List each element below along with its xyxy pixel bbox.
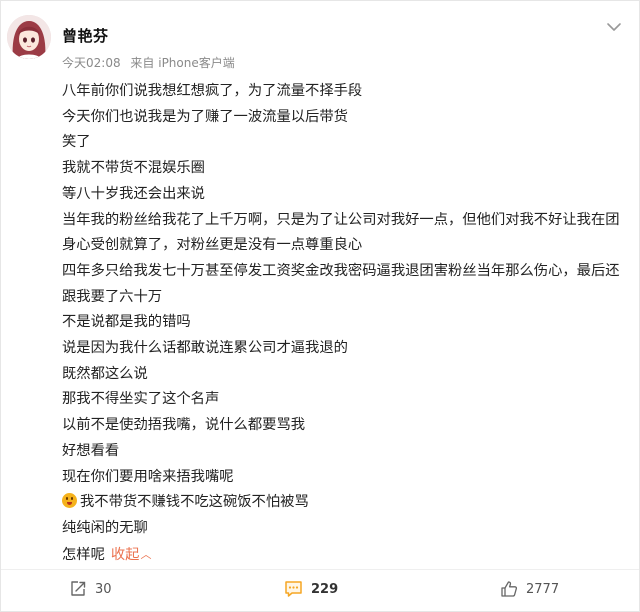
content-line: 纯纯闲的无聊 — [62, 519, 148, 536]
content-line: 八年前你们说我想红想疯了，为了流量不择手段 — [62, 83, 363, 99]
content-line: 现在你们要用啥来捂我嘴呢 — [62, 468, 234, 485]
content-line-with-emoji: 我不带货不赚钱不吃这碗饭不怕被骂 — [62, 490, 625, 516]
content-line: 好想看看 — [62, 442, 120, 459]
content-line: 不是说都是我的错吗 — [62, 314, 191, 331]
like-count: 2777 — [526, 581, 560, 597]
content-line-last: 怎样呢 收起︿ — [62, 542, 625, 569]
share-button[interactable]: 30 — [69, 579, 112, 599]
content-line: 我就不带货不混娱乐圈 — [62, 160, 205, 177]
post-meta: 今天02:08 来自 iPhone客户端 — [62, 54, 235, 71]
content-line: 那我不得坐实了这个名声 — [62, 391, 220, 408]
content-line: 以前不是使劲捂我嘴，说什么都要骂我 — [62, 417, 306, 434]
collapse-label: 收起 — [110, 546, 140, 563]
comment-button[interactable]: 229 — [284, 579, 338, 599]
author-name[interactable]: 曾艳芬 — [62, 25, 109, 46]
content-line-text: 怎样呢 — [62, 546, 105, 563]
avatar-illustration — [7, 15, 51, 59]
grinning-face-emoji-icon — [62, 493, 77, 509]
avatar[interactable] — [7, 15, 51, 59]
post-time[interactable]: 今天02:08 — [62, 56, 121, 70]
content-line: 笑了 — [62, 134, 91, 151]
post-source: 来自 iPhone客户端 — [130, 56, 235, 70]
content-line: 等八十岁我还会出来说 — [62, 185, 205, 202]
content-line: 说是因为我什么话都敢说连累公司才逼我退的 — [62, 340, 348, 357]
comment-icon — [285, 581, 302, 597]
content-line: 今天你们也说我是为了赚了一波流量以后带货 — [62, 108, 348, 125]
content-line: 当年我的粉丝给我花了上千万啊，只是为了让公司对我好一点，但他们对我不好让我在团身… — [62, 211, 620, 254]
collapse-link[interactable]: 收起︿ — [111, 547, 152, 563]
comment-count: 229 — [311, 581, 339, 597]
share-icon — [71, 581, 86, 596]
like-button[interactable]: 2777 — [500, 579, 559, 599]
thumbs-up-icon — [501, 581, 518, 597]
footer-divider — [1, 569, 639, 570]
chevron-up-icon: ︿ — [140, 547, 152, 561]
content-line-text: 我不带货不赚钱不吃这碗饭不怕被骂 — [80, 494, 309, 511]
chevron-down-icon — [607, 23, 621, 31]
post-content: 八年前你们说我想红想疯了，为了流量不择手段 今天你们也说我是为了赚了一波流量以后… — [62, 79, 625, 568]
content-line: 四年多只给我发七十万甚至停发工资奖金改我密码逼我退团害粉丝当年那么伤心，最后还跟… — [62, 262, 620, 305]
more-options-button[interactable] — [605, 19, 623, 35]
content-line: 既然都这么说 — [62, 365, 148, 382]
share-count: 30 — [95, 581, 112, 597]
post-card: 曾艳芬 今天02:08 来自 iPhone客户端 八年前你们说我想红想疯了，为了… — [0, 0, 640, 612]
